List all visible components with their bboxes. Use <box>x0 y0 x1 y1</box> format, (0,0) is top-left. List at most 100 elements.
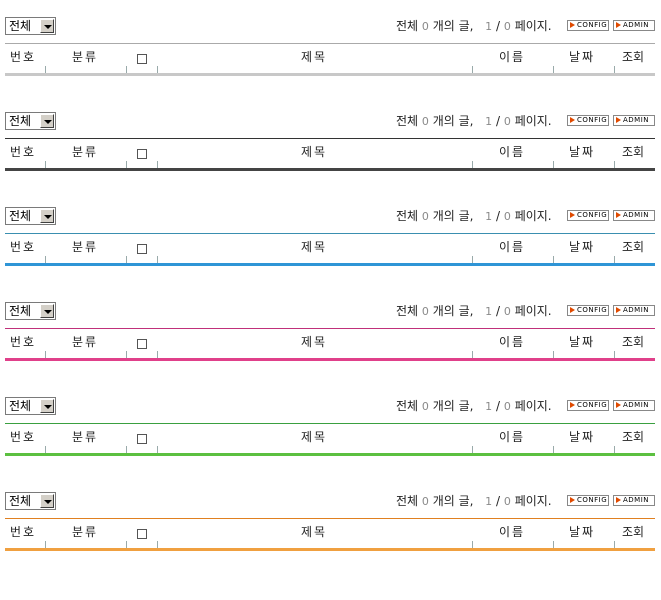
column-number: 번호 <box>10 430 37 444</box>
column-divider <box>614 351 615 358</box>
board-list-header: 전체 전체 0 개의 글, 1 / 0 페이지. CONFIG ADMIN 번호… <box>0 17 661 81</box>
column-divider <box>45 351 46 358</box>
category-filter-value: 전체 <box>9 494 32 508</box>
column-divider <box>553 541 554 548</box>
status-posts-label: 개의 글, <box>432 304 474 318</box>
column-name: 이름 <box>499 525 526 539</box>
category-filter-select[interactable]: 전체 <box>5 492 56 510</box>
column-number: 번호 <box>10 335 37 349</box>
column-date: 날짜 <box>569 145 596 159</box>
column-name: 이름 <box>499 240 526 254</box>
page-separator: / <box>495 399 501 413</box>
status-pages-label: 페이지. <box>514 19 552 33</box>
category-filter-select[interactable]: 전체 <box>5 397 56 415</box>
current-page: 1 <box>485 495 493 508</box>
header-top-rule <box>5 233 655 234</box>
select-all-checkbox[interactable] <box>137 244 147 254</box>
column-category: 분류 <box>72 525 99 539</box>
column-divider <box>157 256 158 263</box>
post-count: 0 <box>421 20 429 33</box>
board-list-header: 전체 전체 0 개의 글, 1 / 0 페이지. CONFIG ADMIN 번호… <box>0 492 661 556</box>
column-divider <box>126 161 127 168</box>
column-divider <box>45 446 46 453</box>
header-top-rule <box>5 328 655 329</box>
column-divider <box>45 541 46 548</box>
column-divider <box>614 541 615 548</box>
config-button[interactable]: CONFIG <box>567 495 609 506</box>
current-page: 1 <box>485 400 493 413</box>
post-count: 0 <box>421 400 429 413</box>
header-bottom-rule <box>5 168 655 171</box>
status-all-label: 전체 <box>396 304 419 318</box>
header-top-rule <box>5 518 655 519</box>
chevron-down-icon[interactable] <box>40 209 54 223</box>
admin-button[interactable]: ADMIN <box>613 210 655 221</box>
category-filter-select[interactable]: 전체 <box>5 207 56 225</box>
post-count: 0 <box>421 305 429 318</box>
config-button[interactable]: CONFIG <box>567 305 609 316</box>
current-page: 1 <box>485 305 493 318</box>
select-all-checkbox[interactable] <box>137 529 147 539</box>
current-page: 1 <box>485 20 493 33</box>
category-filter-select[interactable]: 전체 <box>5 17 56 35</box>
column-divider <box>553 66 554 73</box>
column-views: 조회 <box>622 525 645 539</box>
post-count: 0 <box>421 210 429 223</box>
column-divider <box>472 161 473 168</box>
column-number: 번호 <box>10 525 37 539</box>
column-title: 제목 <box>301 50 328 64</box>
column-divider <box>553 161 554 168</box>
column-divider <box>472 351 473 358</box>
page-separator: / <box>495 209 501 223</box>
column-views: 조회 <box>622 335 645 349</box>
config-button[interactable]: CONFIG <box>567 115 609 126</box>
column-divider <box>614 256 615 263</box>
chevron-down-icon[interactable] <box>40 19 54 33</box>
column-divider <box>126 351 127 358</box>
chevron-down-icon[interactable] <box>40 494 54 508</box>
admin-button[interactable]: ADMIN <box>613 115 655 126</box>
select-all-checkbox[interactable] <box>137 149 147 159</box>
column-divider <box>157 161 158 168</box>
column-divider <box>553 256 554 263</box>
post-count-status: 전체 0 개의 글, 1 / 0 페이지. <box>396 492 552 510</box>
board-theme-preview: 전체 전체 0 개의 글, 1 / 0 페이지. CONFIG ADMIN 번호… <box>0 0 661 600</box>
chevron-down-icon[interactable] <box>40 399 54 413</box>
column-date: 날짜 <box>569 525 596 539</box>
select-all-checkbox[interactable] <box>137 54 147 64</box>
board-list-header: 전체 전체 0 개의 글, 1 / 0 페이지. CONFIG ADMIN 번호… <box>0 207 661 271</box>
status-all-label: 전체 <box>396 399 419 413</box>
status-pages-label: 페이지. <box>514 399 552 413</box>
category-filter-select[interactable]: 전체 <box>5 112 56 130</box>
select-all-checkbox[interactable] <box>137 434 147 444</box>
current-page: 1 <box>485 115 493 128</box>
category-filter-value: 전체 <box>9 209 32 223</box>
status-pages-label: 페이지. <box>514 209 552 223</box>
config-button[interactable]: CONFIG <box>567 20 609 31</box>
column-title: 제목 <box>301 525 328 539</box>
column-date: 날짜 <box>569 240 596 254</box>
admin-button[interactable]: ADMIN <box>613 305 655 316</box>
post-count-status: 전체 0 개의 글, 1 / 0 페이지. <box>396 302 552 320</box>
column-divider <box>157 541 158 548</box>
header-top-rule <box>5 43 655 44</box>
status-pages-label: 페이지. <box>514 494 552 508</box>
current-page: 1 <box>485 210 493 223</box>
select-all-checkbox[interactable] <box>137 339 147 349</box>
category-filter-value: 전체 <box>9 304 32 318</box>
config-button[interactable]: CONFIG <box>567 400 609 411</box>
column-divider <box>472 541 473 548</box>
admin-button[interactable]: ADMIN <box>613 400 655 411</box>
category-filter-select[interactable]: 전체 <box>5 302 56 320</box>
chevron-down-icon[interactable] <box>40 114 54 128</box>
column-divider <box>614 161 615 168</box>
chevron-down-icon[interactable] <box>40 304 54 318</box>
admin-button[interactable]: ADMIN <box>613 20 655 31</box>
config-button[interactable]: CONFIG <box>567 210 609 221</box>
status-all-label: 전체 <box>396 209 419 223</box>
column-divider <box>126 541 127 548</box>
post-count-status: 전체 0 개의 글, 1 / 0 페이지. <box>396 17 552 35</box>
column-number: 번호 <box>10 240 37 254</box>
admin-button[interactable]: ADMIN <box>613 495 655 506</box>
column-views: 조회 <box>622 50 645 64</box>
